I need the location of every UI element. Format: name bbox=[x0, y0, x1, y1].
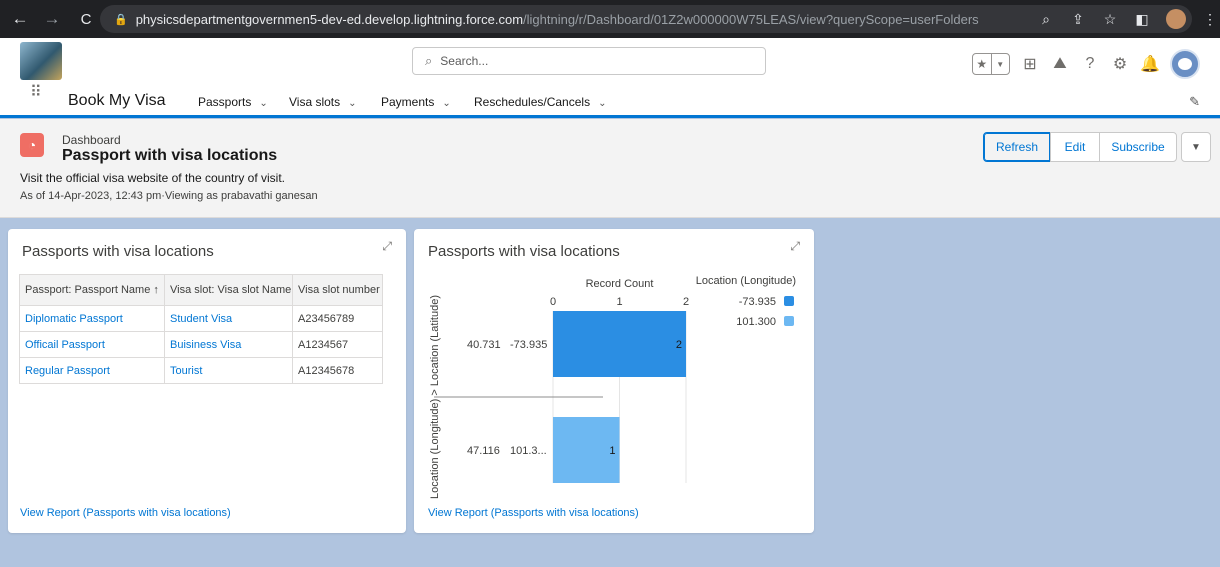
dashboard-timestamp: As of 14-Apr-2023, 12:43 pm·Viewing as p… bbox=[20, 190, 318, 202]
setup-gear-icon[interactable]: ⚙ bbox=[1110, 54, 1130, 74]
zoom-icon[interactable]: ⌕ bbox=[1038, 11, 1054, 28]
visa-slot-number: A12345678 bbox=[292, 357, 383, 384]
dashboard-description: Visit the official visa website of the c… bbox=[20, 171, 286, 185]
visa-slot-link[interactable]: Tourist bbox=[164, 357, 293, 384]
org-logo[interactable] bbox=[20, 42, 62, 80]
back-arrow-icon[interactable]: ← bbox=[8, 9, 32, 29]
forward-arrow-icon[interactable]: → bbox=[40, 9, 64, 29]
table-widget: Passports with visa locations ⤢ Passport… bbox=[8, 229, 406, 533]
x-tick-label: 2 bbox=[683, 296, 689, 308]
visa-slot-link[interactable]: Buisiness Visa bbox=[164, 331, 293, 358]
nav-label: Visa slots bbox=[289, 95, 341, 109]
search-icon: ⌕ bbox=[425, 53, 433, 68]
trailhead-icon[interactable]: ⛰ bbox=[1050, 55, 1070, 73]
favorites-button[interactable]: ★ ▼ bbox=[972, 53, 1010, 75]
subscribe-button[interactable]: Subscribe bbox=[1099, 132, 1177, 162]
more-actions-dropdown-icon[interactable]: ▼ bbox=[1181, 132, 1211, 162]
side-panel-icon[interactable]: ◧ bbox=[1134, 11, 1150, 28]
nav-label: Reschedules/Cancels bbox=[474, 95, 591, 109]
app-name: Book My Visa bbox=[68, 92, 166, 109]
column-header[interactable]: Passport: Passport Name ↑ bbox=[19, 274, 165, 306]
passport-name-link[interactable]: Officail Passport bbox=[19, 331, 165, 358]
view-report-link[interactable]: View Report (Passports with visa locatio… bbox=[428, 507, 639, 519]
visa-slot-number: A1234567 bbox=[292, 331, 383, 358]
object-label: Dashboard bbox=[62, 133, 121, 147]
x-tick-label: 1 bbox=[616, 296, 622, 308]
global-header: ⌕ Search... ★ ▼ ⊞ ⛰ ? ⚙ 🔔 bbox=[0, 38, 1220, 86]
nav-item-passports[interactable]: Passports ⌄ bbox=[198, 95, 268, 109]
favorites-dropdown-icon[interactable]: ▼ bbox=[990, 54, 1010, 74]
reload-icon[interactable]: C bbox=[74, 11, 98, 28]
url-path: /lightning/r/Dashboard/01Z2w000000W75LEA… bbox=[523, 11, 979, 27]
dashboard-gauge-icon: ◔ bbox=[20, 133, 44, 157]
chevron-down-icon[interactable]: ⌄ bbox=[259, 98, 267, 109]
favorites-star-icon[interactable]: ★ bbox=[973, 54, 991, 74]
view-report-link[interactable]: View Report (Passports with visa locatio… bbox=[20, 507, 231, 519]
legend-title: Location (Longitude) bbox=[696, 275, 796, 287]
address-bar[interactable]: 🔒 physicsdepartmentgovernmen5-dev-ed.dev… bbox=[100, 5, 1217, 33]
edit-nav-pencil-icon[interactable]: ✎ bbox=[1189, 94, 1200, 110]
column-header[interactable]: Visa slot: Visa slot Name bbox=[164, 274, 293, 306]
chevron-down-icon[interactable]: ⌄ bbox=[598, 98, 606, 109]
y-category-label-latitude: 40.731 bbox=[467, 339, 501, 351]
global-search-input[interactable]: ⌕ Search... bbox=[412, 47, 766, 75]
nav-item-payments[interactable]: Payments ⌄ bbox=[381, 95, 451, 109]
utility-bar: ★ ▼ ⊞ ⛰ ? ⚙ 🔔 bbox=[972, 49, 1200, 79]
widget-title: Passports with visa locations bbox=[22, 243, 214, 260]
bar bbox=[553, 311, 686, 377]
app-launcher-icon[interactable]: ⠿ bbox=[30, 85, 50, 101]
passport-name-link[interactable]: Diplomatic Passport bbox=[19, 305, 165, 332]
column-header[interactable]: Visa slot number bbox=[292, 274, 383, 306]
y-category-label-latitude: 47.116 bbox=[467, 445, 500, 457]
kebab-menu-icon[interactable]: ⋮ bbox=[1202, 11, 1218, 28]
expand-icon[interactable]: ⤢ bbox=[382, 239, 392, 254]
edit-button[interactable]: Edit bbox=[1050, 132, 1100, 162]
chevron-down-icon[interactable]: ⌄ bbox=[348, 98, 356, 109]
legend-item-label: 101.300 bbox=[736, 316, 776, 328]
bar-data-label: 2 bbox=[676, 339, 682, 351]
report-table: Passport: Passport Name ↑ Visa slot: Vis… bbox=[19, 274, 383, 384]
table-row: Regular Passport Tourist A12345678 bbox=[19, 357, 383, 384]
refresh-button[interactable]: Refresh bbox=[983, 132, 1051, 162]
search-placeholder: Search... bbox=[440, 54, 489, 68]
bar-data-label: 1 bbox=[609, 445, 615, 457]
legend-swatch bbox=[784, 296, 794, 306]
user-avatar[interactable] bbox=[1170, 49, 1200, 79]
lock-icon: 🔒 bbox=[114, 13, 128, 26]
dashboard-header: ◔ Dashboard Passport with visa locations… bbox=[0, 119, 1220, 218]
table-row: Officail Passport Buisiness Visa A123456… bbox=[19, 331, 383, 358]
help-icon[interactable]: ? bbox=[1080, 55, 1100, 73]
url-host: physicsdepartmentgovernmen5-dev-ed.devel… bbox=[135, 11, 524, 27]
dashboard-canvas: Passports with visa locations ⤢ Passport… bbox=[0, 219, 1220, 567]
table-row: Diplomatic Passport Student Visa A234567… bbox=[19, 305, 383, 332]
visa-slot-number: A23456789 bbox=[292, 305, 383, 332]
browser-actions: ⌕ ⇪ ☆ ◧ ⋮ bbox=[1038, 9, 1218, 29]
app-navigation: ⠿ Book My Visa Passports ⌄ Visa slots ⌄ Pa… bbox=[0, 85, 1220, 118]
legend-swatch bbox=[784, 316, 794, 326]
nav-label: Payments bbox=[381, 95, 435, 109]
chart-widget: Passports with visa locations ⤢ Record C… bbox=[414, 229, 814, 533]
table-header-row: Passport: Passport Name ↑ Visa slot: Vis… bbox=[19, 274, 383, 306]
x-tick-label: 0 bbox=[550, 296, 556, 308]
global-actions-icon[interactable]: ⊞ bbox=[1020, 54, 1040, 74]
passport-name-link[interactable]: Regular Passport bbox=[19, 357, 165, 384]
nav-item-visa-slots[interactable]: Visa slots ⌄ bbox=[289, 95, 357, 109]
chevron-down-icon[interactable]: ⌄ bbox=[442, 98, 450, 109]
page-title: Passport with visa locations bbox=[62, 147, 278, 164]
dashboard-actions: Refresh Edit Subscribe ▼ bbox=[983, 132, 1211, 162]
x-axis-title: Record Count bbox=[586, 278, 654, 290]
notifications-bell-icon[interactable]: 🔔 bbox=[1140, 54, 1160, 74]
bookmark-star-icon[interactable]: ☆ bbox=[1102, 11, 1118, 28]
legend-item-label: -73.935 bbox=[739, 296, 776, 308]
profile-avatar[interactable] bbox=[1166, 9, 1186, 29]
y-axis-title: Location (Longitude) > Location (Latitud… bbox=[429, 295, 441, 499]
browser-toolbar: ← → C 🔒 physicsdepartmentgovernmen5-dev-… bbox=[0, 0, 1220, 38]
bar-chart: Record Count 0 1 2 2 40.731 -73.935 1 47.116 101.… bbox=[429, 275, 796, 499]
y-category-label-longitude: 101.3... bbox=[510, 445, 547, 457]
share-icon[interactable]: ⇪ bbox=[1070, 11, 1086, 28]
nav-label: Passports bbox=[198, 95, 252, 109]
nav-item-reschedules[interactable]: Reschedules/Cancels ⌄ bbox=[474, 95, 606, 109]
y-category-label-longitude: -73.935 bbox=[510, 339, 547, 351]
visa-slot-link[interactable]: Student Visa bbox=[164, 305, 293, 332]
